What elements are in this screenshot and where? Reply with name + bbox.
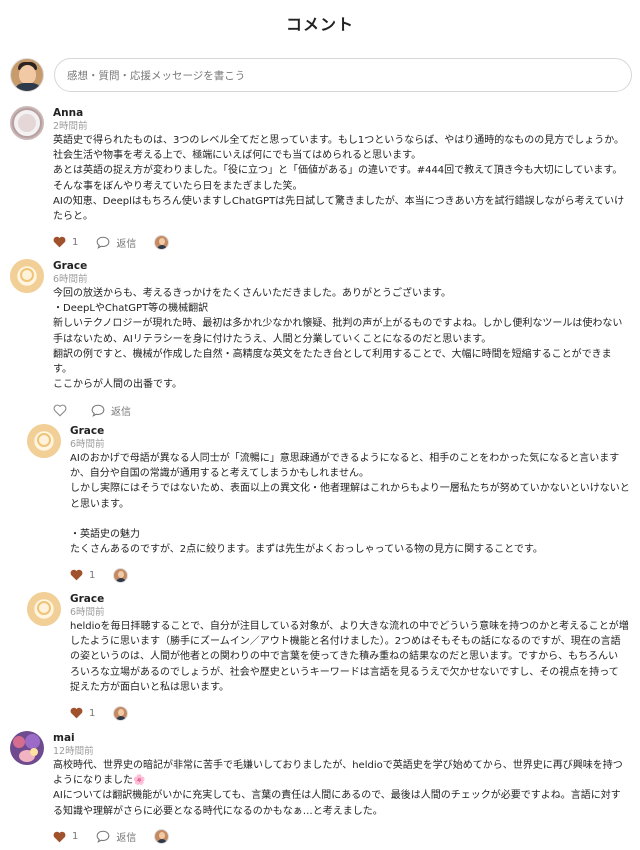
- comment-actions: 1: [70, 700, 630, 726]
- comment-text: 英語史で得られたものは、3つのレベル全てだと思っています。もし1つというならば、…: [53, 135, 625, 223]
- comment-author[interactable]: mai: [53, 731, 630, 745]
- comment-time: 6時間前: [70, 439, 105, 450]
- user-avatar: [10, 58, 44, 92]
- reply-comment: Grace 6時間前 AIのおかげで母語が異なる人同士が「流暢に」意思疎通ができ…: [27, 424, 630, 588]
- comment-author[interactable]: Grace: [70, 424, 630, 438]
- reply-button[interactable]: 返信: [96, 829, 136, 844]
- liker-avatar: [113, 705, 129, 721]
- comment-author[interactable]: Grace: [70, 592, 630, 606]
- avatar[interactable]: [10, 731, 44, 765]
- avatar[interactable]: [10, 106, 44, 140]
- reply-button[interactable]: 返信: [96, 235, 136, 250]
- reply-button[interactable]: 返信: [91, 403, 131, 418]
- like-button[interactable]: 1: [53, 831, 78, 843]
- comment-composer: 感想・質問・応援メッセージを書こう: [0, 36, 640, 101]
- liker-avatar: [113, 567, 129, 583]
- like-button[interactable]: ​: [53, 404, 73, 417]
- comment-actions: 1: [70, 562, 630, 588]
- like-count: 1: [89, 569, 96, 581]
- heart-icon: [70, 707, 83, 719]
- avatar[interactable]: [27, 592, 61, 626]
- like-count: 1: [72, 831, 79, 843]
- comment-actions: 1 返信: [53, 824, 630, 850]
- heart-icon: [53, 831, 66, 843]
- comment-actions: 1 返信: [53, 229, 630, 255]
- like-button[interactable]: 1: [53, 236, 78, 248]
- page-title: コメント: [285, 15, 354, 34]
- like-button[interactable]: 1: [70, 707, 95, 719]
- heart-icon: [53, 236, 66, 248]
- reply-comment: Grace 6時間前 heldioを毎日拝聴することで、自分が注目している対象が…: [27, 592, 630, 726]
- comment: mai 12時間前 高校時代、世界史の暗記が非常に苦手で毛嫌いしておりましたが、…: [10, 731, 630, 850]
- comment-time: 12時間前: [53, 746, 94, 757]
- like-button[interactable]: 1: [70, 569, 95, 581]
- speech-bubble-icon: [97, 236, 110, 249]
- heart-outline-icon: [53, 404, 67, 417]
- reply-label: 返信: [111, 406, 131, 418]
- comment-text: 今回の放送からも、考えるきっかけをたくさんいただきました。ありがとうございます。…: [53, 288, 623, 391]
- liker-avatar: [154, 234, 170, 250]
- comment: Anna 2時間前 英語史で得られたものは、3つのレベル全てだと思っています。も…: [10, 106, 630, 255]
- comment-text: heldioを毎日拝聴することで、自分が注目している対象が、より大きな流れの中で…: [70, 621, 629, 693]
- comment-author[interactable]: Grace: [53, 259, 630, 273]
- avatar[interactable]: [10, 259, 44, 293]
- comment-text: 高校時代、世界史の暗記が非常に苦手で毛嫌いしておりましたが、heldioで英語史…: [53, 760, 623, 817]
- comment-time: 6時間前: [53, 274, 88, 285]
- like-count: 1: [72, 236, 79, 248]
- heart-icon: [70, 570, 83, 581]
- reply-label: 返信: [116, 833, 137, 845]
- avatar[interactable]: [27, 424, 61, 458]
- liker-avatar: [154, 829, 170, 845]
- comment-actions: ​ 返信: [53, 397, 630, 423]
- speech-bubble-icon: [97, 831, 110, 844]
- comment: Grace 6時間前 今回の放送からも、考えるきっかけをたくさんいただきました。…: [10, 259, 630, 423]
- comment-time: 6時間前: [70, 607, 105, 618]
- comment-time: 2時間前: [53, 121, 88, 132]
- comment-author[interactable]: Anna: [53, 106, 630, 120]
- reply-label: 返信: [116, 238, 137, 250]
- like-count: 1: [89, 707, 96, 719]
- comment-text: AIのおかげで母語が異なる人同士が「流暢に」意思疎通ができるようになると、相手の…: [70, 453, 630, 556]
- speech-bubble-icon: [91, 404, 105, 417]
- comment-input[interactable]: 感想・質問・応援メッセージを書こう: [54, 58, 632, 92]
